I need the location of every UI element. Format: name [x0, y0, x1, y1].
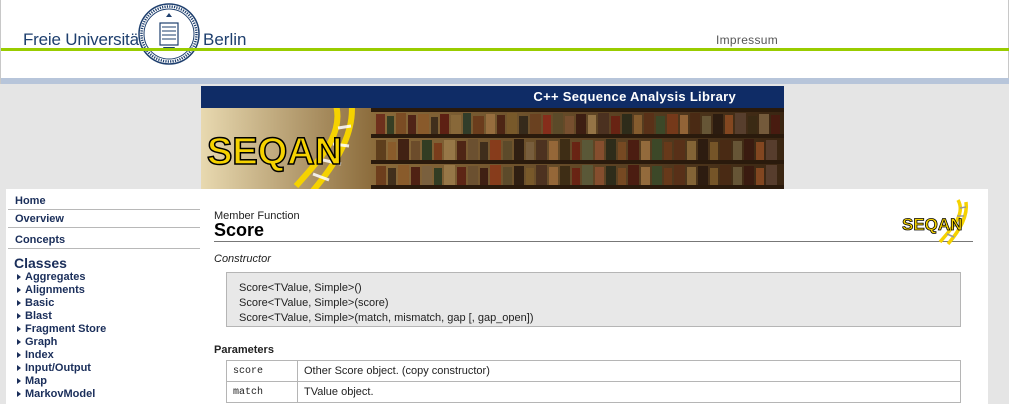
page-title: Score — [214, 220, 265, 240]
nav-class-basic[interactable]: Basic — [6, 297, 202, 310]
nav-concepts[interactable]: Concepts — [8, 231, 200, 249]
header-green-bar — [1, 48, 1009, 51]
university-header: Freie Universität Berlin Impressum — [0, 0, 1009, 84]
nav-class-label: Input/Output — [25, 362, 91, 374]
nav-class-markovmodel[interactable]: MarkovModel — [6, 388, 202, 401]
nav-class-label: Graph — [25, 336, 58, 348]
nav-class-fragment-store[interactable]: Fragment Store — [6, 323, 202, 336]
nav-class-blast[interactable]: Blast — [6, 310, 202, 323]
code-line: Score<TValue, Simple>() — [239, 282, 362, 294]
nav-classes-heading: Classes — [14, 255, 67, 271]
expand-triangle-icon — [17, 378, 21, 384]
nav-class-label: Fragment Store — [25, 323, 107, 335]
nav-class-label: Map — [25, 375, 47, 387]
table-row: score Other Score object. (copy construc… — [226, 360, 961, 382]
nav-class-label: Index — [25, 349, 54, 361]
table-row: match TValue object. — [226, 381, 961, 403]
bookshelf-image: SEQAN — [201, 108, 784, 189]
expand-triangle-icon — [17, 365, 21, 371]
title-divider — [214, 241, 973, 242]
parameter-name: match — [226, 381, 298, 403]
parameter-description: Other Score object. (copy constructor) — [297, 360, 961, 382]
nav-class-label: MarkovModel — [25, 388, 96, 400]
expand-triangle-icon — [17, 391, 21, 397]
banner-title-bar: C++ Sequence Analysis Library — [201, 86, 784, 108]
expand-triangle-icon — [17, 287, 21, 293]
nav-class-label: Blast — [25, 310, 52, 322]
banner-logo-text: SEQAN — [207, 131, 342, 173]
seqan-banner: C++ Sequence Analysis Library SEQAN — [201, 86, 784, 189]
nav-class-graph[interactable]: Graph — [6, 336, 202, 349]
expand-triangle-icon — [17, 339, 21, 345]
expand-triangle-icon — [17, 300, 21, 306]
code-line: Score<TValue, Simple>(score) — [239, 297, 389, 309]
parameters-heading: Parameters — [214, 344, 274, 356]
university-city[interactable]: Berlin — [203, 30, 246, 50]
nav-class-map[interactable]: Map — [6, 375, 202, 388]
university-name[interactable]: Freie Universität — [23, 30, 144, 50]
expand-triangle-icon — [17, 274, 21, 280]
main-content: Member Function Score SEQAN Constructor … — [202, 189, 988, 404]
small-logo-text: SEQAN — [902, 215, 962, 234]
nav-home[interactable]: Home — [8, 192, 200, 210]
impressum-link[interactable]: Impressum — [716, 33, 778, 47]
nav-class-label: Alignments — [25, 284, 85, 296]
sidebar-nav: Home Overview Concepts Classes Aggregate… — [6, 189, 202, 404]
nav-class-label: Aggregates — [25, 271, 86, 283]
constructor-code-box: Score<TValue, Simple>() Score<TValue, Si… — [226, 272, 961, 327]
university-seal-icon[interactable] — [138, 3, 200, 65]
expand-triangle-icon — [17, 326, 21, 332]
parameter-name: score — [226, 360, 298, 382]
nav-overview[interactable]: Overview — [8, 210, 200, 228]
banner-title: C++ Sequence Analysis Library — [533, 89, 736, 104]
nav-class-alignments[interactable]: Alignments — [6, 284, 202, 297]
nav-class-index[interactable]: Index — [6, 349, 202, 362]
expand-triangle-icon — [17, 313, 21, 319]
expand-triangle-icon — [17, 352, 21, 358]
parameters-table: score Other Score object. (copy construc… — [226, 360, 961, 403]
nav-class-input-output[interactable]: Input/Output — [6, 362, 202, 375]
nav-class-aggregates[interactable]: Aggregates — [6, 271, 202, 284]
code-line: Score<TValue, Simple>(match, mismatch, g… — [239, 312, 534, 324]
parameter-description: TValue object. — [297, 381, 961, 403]
constructor-heading: Constructor — [214, 253, 271, 265]
seqan-small-logo-icon[interactable]: SEQAN — [900, 198, 974, 246]
nav-class-label: Basic — [25, 297, 55, 309]
